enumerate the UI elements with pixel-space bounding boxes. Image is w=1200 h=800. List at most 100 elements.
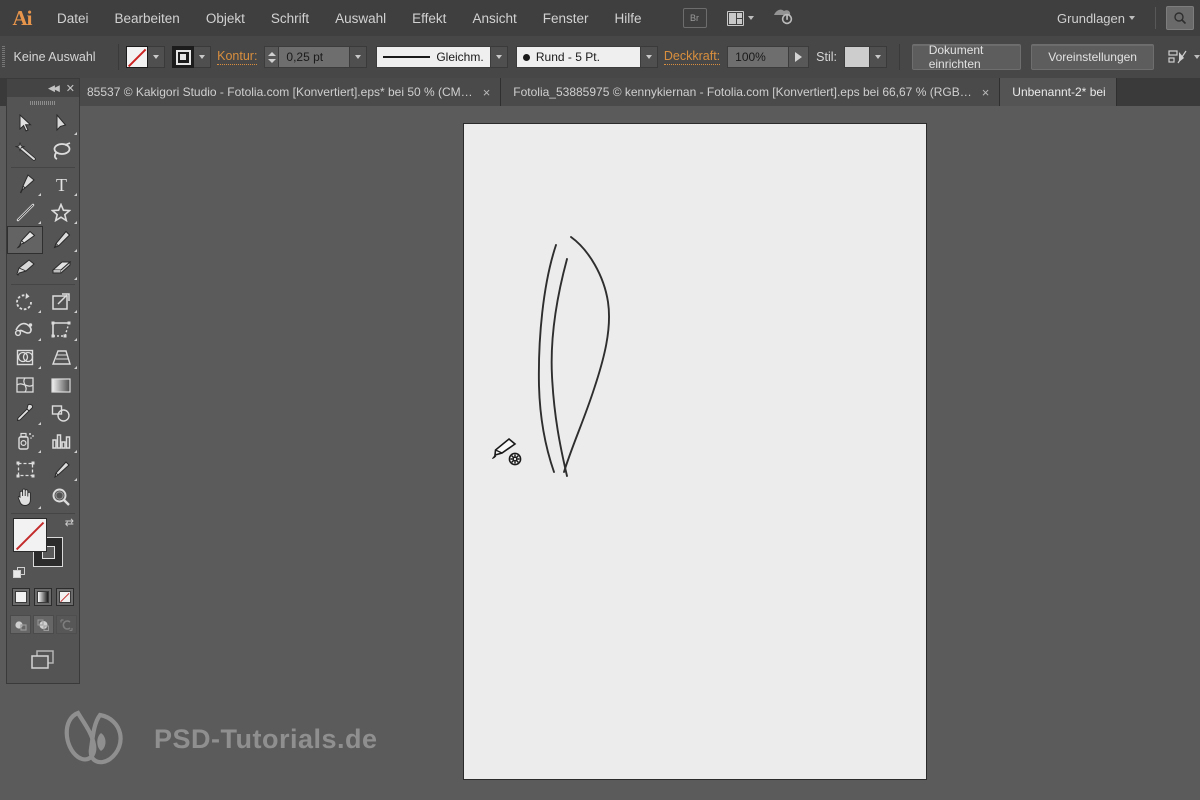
- stroke-dropdown-button[interactable]: [194, 46, 212, 68]
- graphic-style-group[interactable]: [844, 46, 887, 68]
- menu-datei[interactable]: Datei: [44, 0, 102, 36]
- close-icon[interactable]: ×: [982, 86, 990, 99]
- tool-direct-selection[interactable]: [43, 109, 79, 137]
- document-tab-3[interactable]: Unbenannt-2* bei: [1000, 78, 1117, 106]
- control-bar-grip[interactable]: [0, 36, 8, 78]
- brush-definition-dropdown[interactable]: [640, 46, 658, 68]
- menu-objekt[interactable]: Objekt: [193, 0, 258, 36]
- menu-bearbeiten[interactable]: Bearbeiten: [102, 0, 193, 36]
- tool-rotate[interactable]: [7, 287, 43, 315]
- tool-zoom[interactable]: [43, 483, 79, 511]
- stroke-profile-group[interactable]: Gleichm.: [375, 46, 508, 68]
- tool-pen[interactable]: [7, 170, 43, 198]
- tool-shape-builder[interactable]: [7, 343, 43, 371]
- brush-definition-group[interactable]: Rund - 5 Pt.: [515, 46, 658, 68]
- opacity-input[interactable]: 100%: [727, 46, 790, 68]
- tool-magic-wand[interactable]: [7, 137, 43, 165]
- none-mode-button[interactable]: [56, 588, 74, 606]
- default-fill-stroke-icon[interactable]: [13, 567, 26, 580]
- stepper-up-icon[interactable]: [267, 51, 276, 56]
- menu-ansicht[interactable]: Ansicht: [459, 0, 529, 36]
- tool-column-graph[interactable]: [43, 427, 79, 455]
- opacity-flyout-button[interactable]: [789, 46, 810, 68]
- tool-scale[interactable]: [43, 287, 79, 315]
- tool-selection[interactable]: [7, 109, 43, 137]
- artboard-canvas[interactable]: [463, 123, 927, 780]
- tool-slice[interactable]: [43, 455, 79, 483]
- flyout-triangle-icon: [74, 221, 77, 224]
- change-screen-mode-button[interactable]: [28, 648, 58, 677]
- tool-blob-brush[interactable]: [7, 254, 43, 282]
- menu-auswahl[interactable]: Auswahl: [322, 0, 399, 36]
- draw-inside-mode-button[interactable]: [55, 615, 77, 634]
- close-icon[interactable]: ✕: [66, 82, 75, 95]
- preferences-button[interactable]: Voreinstellungen: [1031, 44, 1154, 70]
- tool-width[interactable]: [7, 315, 43, 343]
- search-button[interactable]: [1166, 6, 1194, 30]
- swap-fill-stroke-icon[interactable]: ⇄: [65, 516, 74, 529]
- menu-schrift[interactable]: Schrift: [258, 0, 322, 36]
- stroke-profile-combo[interactable]: Gleichm.: [375, 46, 491, 68]
- color-mode-button[interactable]: [12, 588, 30, 606]
- gradient-mode-button[interactable]: [34, 588, 52, 606]
- tool-mesh[interactable]: [7, 371, 43, 399]
- creative-cloud-sync-icon[interactable]: [772, 6, 794, 31]
- flyout-triangle-icon: [38, 221, 41, 224]
- flyout-triangle-icon: [38, 450, 41, 453]
- opacity-label[interactable]: Deckkraft:: [663, 49, 721, 65]
- document-tab-2[interactable]: Fotolia_53885975 © kennykiernan - Fotoli…: [501, 78, 1001, 106]
- tool-perspective-grid[interactable]: [43, 343, 79, 371]
- fill-color-box[interactable]: [13, 518, 47, 552]
- collapse-icon[interactable]: ◀◀: [48, 83, 60, 94]
- stroke-swatch[interactable]: [172, 46, 195, 68]
- stroke-path-3: [550, 258, 568, 477]
- tool-eyedropper[interactable]: [7, 399, 43, 427]
- stroke-swatch-group[interactable]: [172, 46, 212, 68]
- menu-hilfe[interactable]: Hilfe: [602, 0, 655, 36]
- stepper-arrows[interactable]: [264, 46, 279, 68]
- menu-effekt[interactable]: Effekt: [399, 0, 459, 36]
- tool-artboard[interactable]: [7, 455, 43, 483]
- document-setup-button[interactable]: Dokument einrichten: [911, 43, 1022, 71]
- stroke-weight-label[interactable]: Kontur:: [217, 49, 258, 65]
- tool-line-segment[interactable]: [7, 198, 43, 226]
- arrange-documents-button[interactable]: [726, 10, 754, 26]
- stroke-weight-input[interactable]: 0,25 pt: [278, 46, 351, 68]
- opacity-group[interactable]: 100%: [727, 46, 810, 68]
- document-tab-1[interactable]: 85537 © Kakigori Studio - Fotolia.com [K…: [75, 78, 502, 106]
- graphic-style-swatch[interactable]: [844, 46, 870, 68]
- tool-paintbrush[interactable]: [7, 226, 43, 254]
- fill-swatch-group[interactable]: [126, 46, 166, 68]
- tool-symbol-sprayer[interactable]: [7, 427, 43, 455]
- tool-eraser[interactable]: [43, 254, 79, 282]
- tool-shape-star[interactable]: [43, 198, 79, 226]
- flyout-triangle-icon: [38, 506, 41, 509]
- graphic-style-dropdown[interactable]: [870, 46, 887, 68]
- round-brush-icon: [522, 53, 530, 61]
- tool-free-transform[interactable]: [43, 315, 79, 343]
- draw-normal-mode-button[interactable]: [9, 615, 31, 634]
- brush-definition-combo[interactable]: Rund - 5 Pt.: [515, 46, 641, 68]
- align-to-group[interactable]: [1168, 49, 1200, 65]
- tool-gradient[interactable]: [43, 371, 79, 399]
- tools-panel-grip[interactable]: [7, 97, 79, 109]
- artwork-strokes: [537, 236, 610, 477]
- stroke-weight-stepper[interactable]: 0,25 pt: [264, 46, 368, 68]
- tool-blend[interactable]: [43, 399, 79, 427]
- tool-pencil[interactable]: [43, 226, 79, 254]
- draw-behind-mode-button[interactable]: [32, 615, 54, 634]
- stepper-down-icon[interactable]: [267, 58, 276, 63]
- flyout-triangle-icon: [38, 366, 41, 369]
- workspace-switcher[interactable]: Grundlagen: [1057, 11, 1145, 26]
- stroke-profile-dropdown[interactable]: [490, 46, 508, 68]
- bridge-button[interactable]: Br: [682, 8, 707, 28]
- menu-fenster[interactable]: Fenster: [530, 0, 602, 36]
- fill-dropdown-button[interactable]: [148, 46, 166, 68]
- tool-hand[interactable]: [7, 483, 43, 511]
- close-icon[interactable]: ×: [483, 86, 491, 99]
- chevron-down-icon[interactable]: [1193, 55, 1200, 59]
- fill-swatch[interactable]: [126, 46, 149, 68]
- tool-lasso[interactable]: [43, 137, 79, 165]
- tool-type[interactable]: T: [43, 170, 79, 198]
- stroke-weight-dropdown[interactable]: [350, 46, 368, 68]
